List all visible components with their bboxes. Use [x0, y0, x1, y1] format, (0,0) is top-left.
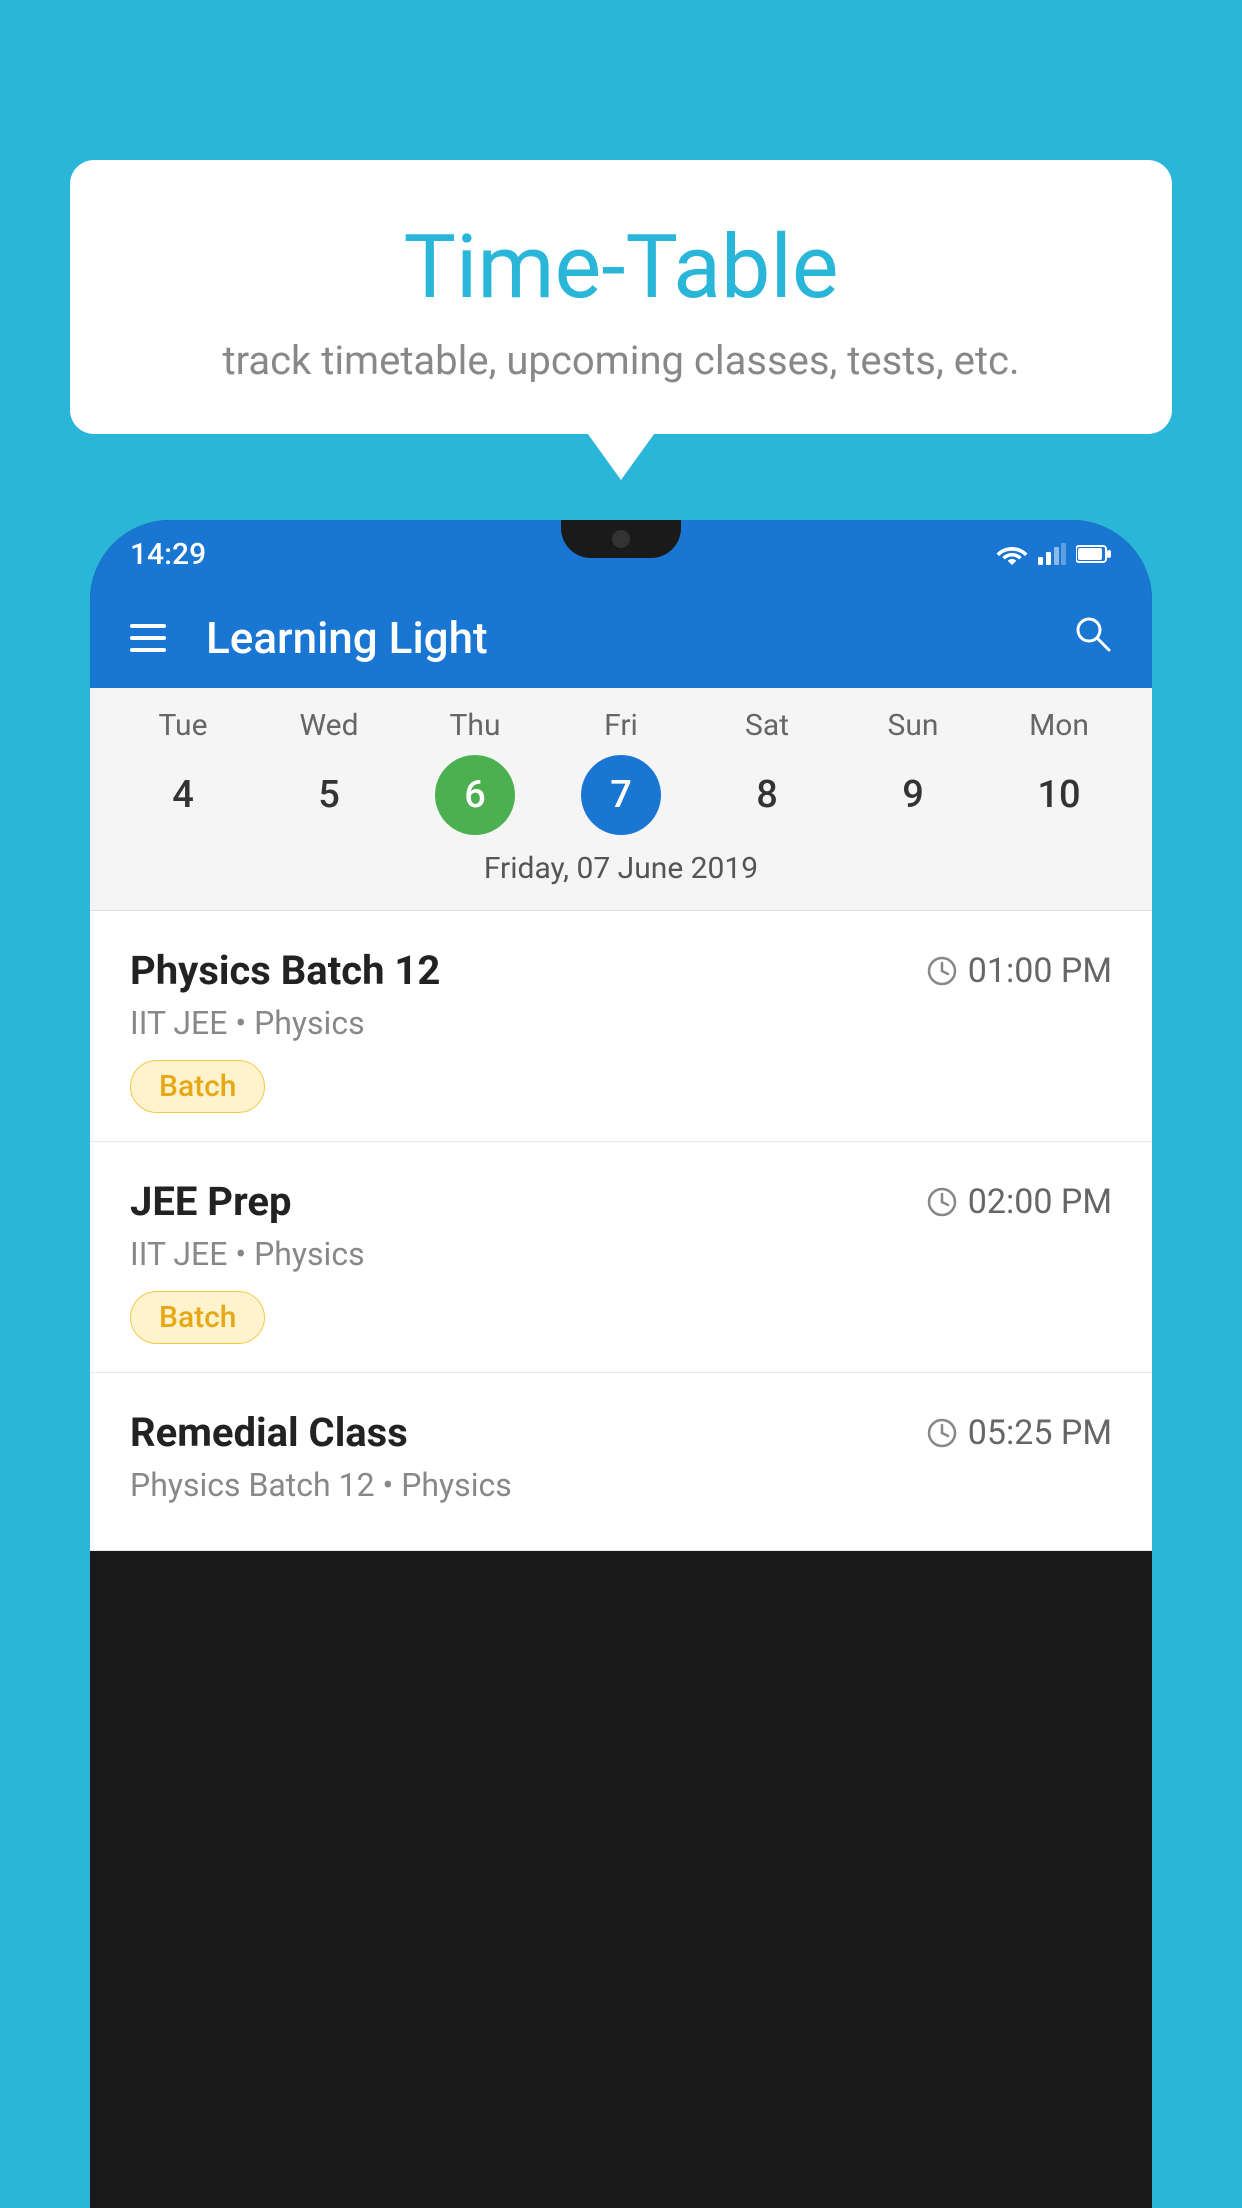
schedule-item-2-badge: Batch	[130, 1291, 265, 1344]
clock-icon-1	[926, 955, 958, 987]
schedule-item-2-meta: IIT JEE • Physics	[130, 1235, 1112, 1273]
battery-icon	[1076, 544, 1112, 564]
day-name-sun: Sun	[873, 708, 953, 743]
search-button[interactable]	[1072, 612, 1112, 664]
hamburger-menu-icon[interactable]	[130, 624, 166, 652]
schedule-item-2[interactable]: JEE Prep 02:00 PM IIT JEE • Physics Batc…	[90, 1142, 1152, 1373]
app-bar: Learning Light	[90, 588, 1152, 688]
signal-icon	[1038, 543, 1066, 565]
schedule-item-3-meta: Physics Batch 12 • Physics	[130, 1466, 1112, 1504]
schedule-item-1-badge: Batch	[130, 1060, 265, 1113]
day-numbers-row: 4 5 6 7 8 9 10	[90, 755, 1152, 835]
schedule-item-1[interactable]: Physics Batch 12 01:00 PM IIT JEE • Phys…	[90, 911, 1152, 1142]
day-name-sat: Sat	[727, 708, 807, 743]
day-9[interactable]: 9	[873, 755, 953, 835]
day-10[interactable]: 10	[1019, 755, 1099, 835]
schedule-item-2-title: JEE Prep	[130, 1178, 291, 1225]
day-name-wed: Wed	[289, 708, 369, 743]
day-7-selected[interactable]: 7	[581, 755, 661, 835]
day-names-row: Tue Wed Thu Fri Sat Sun Mon	[90, 708, 1152, 743]
schedule-item-1-time: 01:00 PM	[926, 951, 1112, 991]
clock-icon-2	[926, 1186, 958, 1218]
day-8[interactable]: 8	[727, 755, 807, 835]
bubble-subtitle: track timetable, upcoming classes, tests…	[110, 337, 1132, 384]
day-4[interactable]: 4	[143, 755, 223, 835]
bubble-title: Time-Table	[110, 220, 1132, 317]
schedule-item-2-header: JEE Prep 02:00 PM	[130, 1178, 1112, 1225]
schedule-item-1-meta: IIT JEE • Physics	[130, 1004, 1112, 1042]
schedule-item-3-header: Remedial Class 05:25 PM	[130, 1409, 1112, 1456]
schedule-list: Physics Batch 12 01:00 PM IIT JEE • Phys…	[90, 911, 1152, 1551]
status-time: 14:29	[130, 537, 206, 572]
status-bar: 14:29	[90, 520, 1152, 588]
phone-frame: 14:29	[90, 520, 1152, 2208]
notch	[561, 520, 681, 558]
day-name-fri: Fri	[581, 708, 661, 743]
status-icons	[996, 543, 1112, 565]
day-name-thu: Thu	[435, 708, 515, 743]
day-name-mon: Mon	[1019, 708, 1099, 743]
day-6-today[interactable]: 6	[435, 755, 515, 835]
schedule-item-3-title: Remedial Class	[130, 1409, 408, 1456]
wifi-icon	[996, 543, 1028, 565]
calendar-strip: Tue Wed Thu Fri Sat Sun Mon 4 5 6 7 8 9 …	[90, 688, 1152, 911]
schedule-item-2-time: 02:00 PM	[926, 1182, 1112, 1222]
camera	[612, 530, 630, 548]
schedule-item-3-time: 05:25 PM	[926, 1413, 1112, 1453]
schedule-item-1-header: Physics Batch 12 01:00 PM	[130, 947, 1112, 994]
clock-icon-3	[926, 1417, 958, 1449]
day-name-tue: Tue	[143, 708, 223, 743]
schedule-item-3[interactable]: Remedial Class 05:25 PM Physics Batch 12…	[90, 1373, 1152, 1551]
app-title: Learning Light	[196, 612, 1042, 664]
day-5[interactable]: 5	[289, 755, 369, 835]
selected-date-label: Friday, 07 June 2019	[90, 851, 1152, 900]
schedule-item-1-title: Physics Batch 12	[130, 947, 440, 994]
info-bubble: Time-Table track timetable, upcoming cla…	[70, 160, 1172, 434]
